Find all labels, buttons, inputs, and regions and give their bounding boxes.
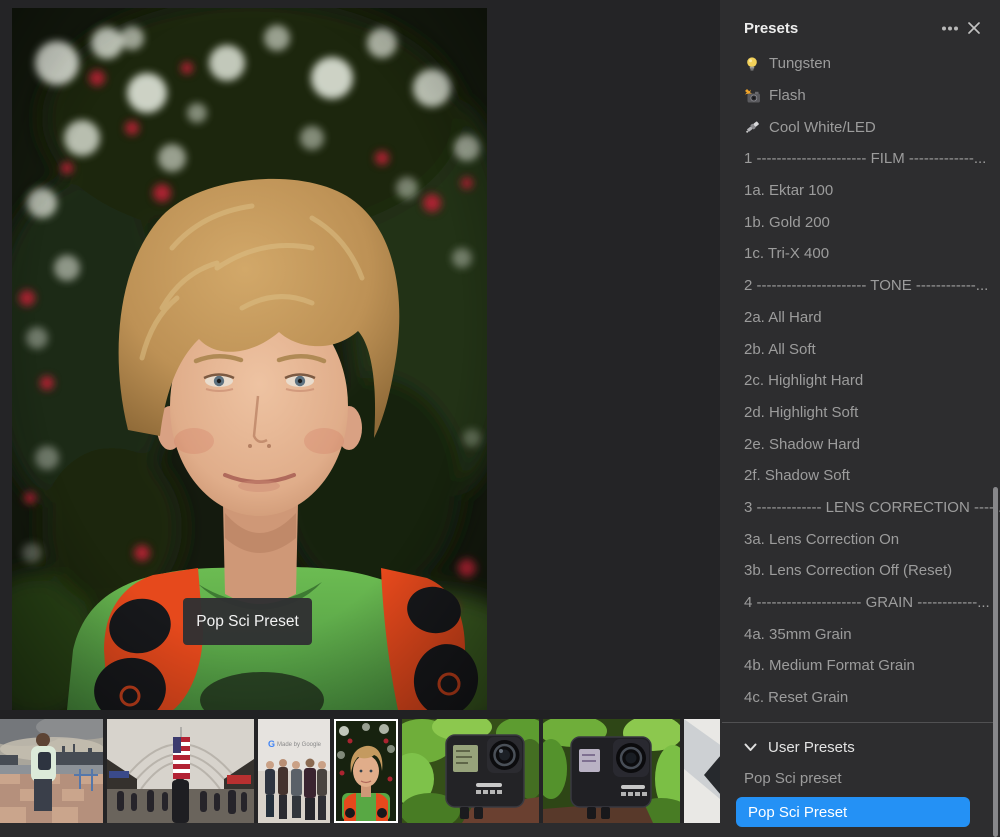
preset-item-label: 1b. Gold 200 [744,214,830,231]
preset-list: Tungsten Flash Cool White/LED 1 -----------… [720,48,1000,713]
preset-item-2f-shadow-soft[interactable]: 2f. Shadow Soft [720,460,1000,492]
preset-item-flash[interactable]: Flash [720,80,1000,112]
thumbnail-partial[interactable] [684,719,720,823]
user-presets-header[interactable]: User Presets [744,733,855,761]
preset-item-4b-medium-format-grain[interactable]: 4b. Medium Format Grain [720,650,1000,682]
preset-item-1b-gold-200[interactable]: 1b. Gold 200 [720,206,1000,238]
preset-item-tungsten[interactable]: Tungsten [720,48,1000,80]
more-options-icon[interactable] [938,17,962,39]
preset-item-label: 2b. All Soft [744,341,816,358]
thumbnail-made-by-google-store[interactable]: G Made by Google [258,719,330,823]
preset-item-label: 3 ------------- LENS CORRECTION ----... [744,499,1000,516]
preset-item-3a-lens-correction-on[interactable]: 3a. Lens Correction On [720,523,1000,555]
filmstrip-top-shade [0,710,720,719]
preset-item-label: 2f. Shadow Soft [744,467,850,484]
preset-item-1a-ektar-100[interactable]: 1a. Ektar 100 [720,175,1000,207]
thumbnail-boy-portrait-selected[interactable] [334,719,398,823]
presets-panel: Presets Tungsten Flash Cool White/LED 1 ---… [720,0,1000,837]
preset-item-label: 2e. Shadow Hard [744,436,860,453]
preset-item-2b-all-soft[interactable]: 2b. All Soft [720,333,1000,365]
camera-flash-icon [744,88,762,104]
user-presets-label: User Presets [768,739,855,756]
filmstrip: G Made by Google [0,719,720,823]
thumbnail-gopro-camera-2[interactable] [543,719,680,823]
preset-item-label: Flash [769,87,806,104]
preset-item-label: 2 ---------------------- TONE ----------… [744,277,988,294]
preset-applied-tooltip: Pop Sci Preset [183,598,312,645]
user-preset-label: Pop Sci preset [744,770,842,787]
flashlight-icon [744,119,762,135]
preset-item-label: 4 --------------------- GRAIN ----------… [744,594,990,611]
thumbnail-gopro-camera-1[interactable] [402,719,539,823]
preset-item-label: Tungsten [769,55,831,72]
preset-item-4c-reset-grain[interactable]: 4c. Reset Grain [720,682,1000,714]
preset-item-label: 3a. Lens Correction On [744,531,899,548]
preset-item-cool-white-led[interactable]: Cool White/LED [720,111,1000,143]
preset-item-1c-tri-x-400[interactable]: 1c. Tri-X 400 [720,238,1000,270]
user-preset-label: Pop Sci Preset [748,804,847,821]
preset-item-label: Cool White/LED [769,119,876,136]
thumbnail-waterfront-portrait[interactable] [0,719,103,823]
preset-item-label: 1a. Ektar 100 [744,182,833,199]
main-photo-viewport[interactable]: Pop Sci Preset [12,8,487,710]
user-preset-item-0[interactable]: Pop Sci preset [720,763,1000,795]
user-preset-item-selected[interactable]: Pop Sci Preset [736,797,970,827]
preset-item-1-film[interactable]: 1 ---------------------- FILM ----------… [720,143,1000,175]
chevron-down-icon [744,743,757,752]
preset-item-3-lens-correction[interactable]: 3 ------------- LENS CORRECTION ----... [720,492,1000,524]
preset-item-2-tone[interactable]: 2 ---------------------- TONE ----------… [720,270,1000,302]
preset-item-label: 2d. Highlight Soft [744,404,858,421]
close-icon[interactable] [962,17,986,39]
preset-item-label: 4a. 35mm Grain [744,626,852,643]
lightbulb-icon [744,56,762,72]
panel-title: Presets [744,20,938,37]
preset-item-label: 1 ---------------------- FILM ----------… [744,150,986,167]
thumbnail-train-station-flag[interactable] [107,719,254,823]
svg-text:Made by Google: Made by Google [277,742,322,748]
preset-item-label: 2c. Highlight Hard [744,372,863,389]
preset-item-label: 1c. Tri-X 400 [744,245,829,262]
preset-item-3b-lens-correction-off-reset[interactable]: 3b. Lens Correction Off (Reset) [720,555,1000,587]
panel-scrollbar-thumb[interactable] [993,487,998,837]
preset-item-2d-highlight-soft[interactable]: 2d. Highlight Soft [720,397,1000,429]
preset-item-label: 2a. All Hard [744,309,822,326]
preset-item-4a-35mm-grain[interactable]: 4a. 35mm Grain [720,618,1000,650]
preset-item-label: 4b. Medium Format Grain [744,657,915,674]
svg-text:G: G [268,739,275,749]
section-divider [722,722,996,723]
preset-item-2c-highlight-hard[interactable]: 2c. Highlight Hard [720,365,1000,397]
preset-item-4-grain[interactable]: 4 --------------------- GRAIN ----------… [720,587,1000,619]
panel-header: Presets [744,17,986,39]
preset-item-label: 3b. Lens Correction Off (Reset) [744,562,952,579]
preset-item-label: 4c. Reset Grain [744,689,848,706]
preset-item-2e-shadow-hard[interactable]: 2e. Shadow Hard [720,428,1000,460]
bottom-bar [0,823,720,837]
preset-item-2a-all-hard[interactable]: 2a. All Hard [720,302,1000,334]
